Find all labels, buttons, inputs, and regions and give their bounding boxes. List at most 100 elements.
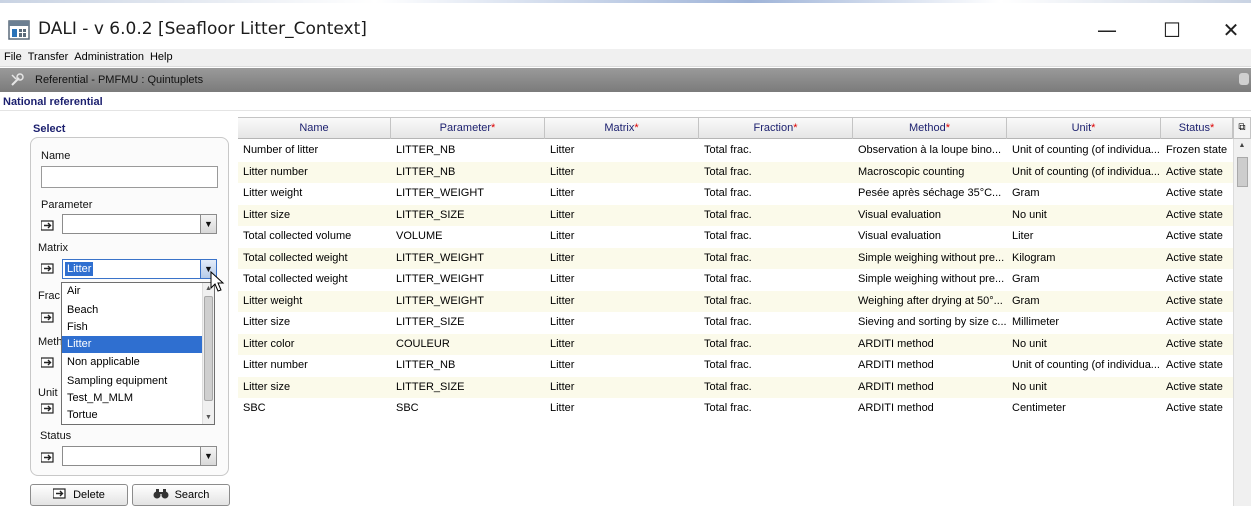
matrix-cell[interactable]: Litter: [545, 183, 699, 204]
matrix-option[interactable]: Sampling equipment: [62, 373, 204, 390]
unit-cell[interactable]: Gram: [1007, 291, 1161, 312]
matrix-cell[interactable]: Litter: [545, 162, 699, 183]
method-cell[interactable]: ARDITI method: [853, 377, 1007, 398]
fraction-cell[interactable]: Total frac.: [699, 398, 853, 419]
filter-arrow-icon[interactable]: [41, 403, 55, 414]
status-cell[interactable]: Active state: [1161, 355, 1233, 376]
menu-help[interactable]: Help: [146, 49, 175, 63]
matrix-option[interactable]: Non applicable: [62, 354, 204, 371]
search-button[interactable]: Search: [132, 484, 230, 506]
status-cell[interactable]: Frozen state: [1161, 140, 1233, 161]
method-cell[interactable]: ARDITI method: [853, 355, 1007, 376]
parameter-cell[interactable]: SBC: [391, 398, 545, 419]
fraction-cell[interactable]: Total frac.: [699, 334, 853, 355]
matrix-option[interactable]: Test_M_MLM: [62, 390, 204, 407]
filter-arrow-icon[interactable]: [41, 263, 55, 274]
method-cell[interactable]: Simple weighing without pre...: [853, 248, 1007, 269]
unit-cell[interactable]: Unit of counting (of individua...: [1007, 355, 1161, 376]
method-cell[interactable]: ARDITI method: [853, 334, 1007, 355]
unit-cell[interactable]: Centimeter: [1007, 398, 1161, 419]
parameter-cell[interactable]: LITTER_NB: [391, 162, 545, 183]
status-cell[interactable]: Active state: [1161, 312, 1233, 333]
matrix-combo[interactable]: Litter ▼: [62, 259, 217, 279]
scroll-down-icon[interactable]: ▼: [203, 412, 214, 424]
unit-cell[interactable]: Millimeter: [1007, 312, 1161, 333]
help-icon[interactable]: [1239, 73, 1249, 85]
matrix-cell[interactable]: Litter: [545, 248, 699, 269]
matrix-option[interactable]: Fish: [62, 319, 204, 336]
status-cell[interactable]: Active state: [1161, 226, 1233, 247]
scrollbar-thumb[interactable]: [204, 296, 213, 401]
name-cell[interactable]: Litter number: [238, 162, 391, 183]
matrix-cell[interactable]: Litter: [545, 291, 699, 312]
table-row[interactable]: Total collected weight LITTER_WEIGHT Litte…: [238, 269, 1233, 290]
filter-arrow-icon[interactable]: [41, 312, 55, 323]
matrix-cell[interactable]: Litter: [545, 205, 699, 226]
filter-arrow-icon[interactable]: [41, 452, 55, 463]
name-cell[interactable]: Litter weight: [238, 183, 391, 204]
table-vertical-scrollbar[interactable]: ▲: [1233, 139, 1251, 506]
matrix-cell[interactable]: Litter: [545, 334, 699, 355]
fraction-cell[interactable]: Total frac.: [699, 355, 853, 376]
unit-cell[interactable]: No unit: [1007, 334, 1161, 355]
parameter-cell[interactable]: VOLUME: [391, 226, 545, 247]
parameter-cell[interactable]: LITTER_SIZE: [391, 205, 545, 226]
table-row[interactable]: Total collected weight LITTER_WEIGHT Litte…: [238, 247, 1233, 269]
filter-arrow-icon[interactable]: [41, 357, 55, 368]
chevron-down-icon[interactable]: ▼: [200, 447, 216, 465]
table-row[interactable]: Litter weight LITTER_WEIGHT Litter Total fr…: [238, 183, 1233, 204]
delete-button[interactable]: Delete: [30, 484, 128, 506]
parameter-cell[interactable]: LITTER_WEIGHT: [391, 248, 545, 269]
name-cell[interactable]: Litter size: [238, 377, 391, 398]
name-cell[interactable]: Total collected weight: [238, 269, 391, 290]
table-row[interactable]: Litter size LITTER_SIZE Litter Total frac. S…: [238, 312, 1233, 333]
menu-file[interactable]: File: [0, 49, 24, 63]
method-cell[interactable]: Macroscopic counting: [853, 162, 1007, 183]
name-cell[interactable]: Number of litter: [238, 140, 391, 161]
parameter-cell[interactable]: COULEUR: [391, 334, 545, 355]
matrix-cell[interactable]: Litter: [545, 355, 699, 376]
unit-cell[interactable]: Liter: [1007, 226, 1161, 247]
matrix-cell[interactable]: Litter: [545, 269, 699, 290]
method-cell[interactable]: Simple weighing without pre...: [853, 269, 1007, 290]
table-row[interactable]: Litter size LITTER_SIZE Litter Total frac. V…: [238, 204, 1233, 226]
fraction-cell[interactable]: Total frac.: [699, 183, 853, 204]
parameter-cell[interactable]: LITTER_SIZE: [391, 312, 545, 333]
header-col-method[interactable]: Method*: [853, 118, 1007, 139]
matrix-option[interactable]: Tortue: [62, 407, 204, 424]
parameter-cell[interactable]: LITTER_NB: [391, 355, 545, 376]
header-col-unit[interactable]: Unit*: [1007, 118, 1161, 139]
fraction-cell[interactable]: Total frac.: [699, 269, 853, 290]
unit-cell[interactable]: Gram: [1007, 269, 1161, 290]
status-cell[interactable]: Active state: [1161, 269, 1233, 290]
matrix-dropdown-list[interactable]: Air Beach Fish Litter Non applicable Sam…: [61, 282, 215, 425]
status-cell[interactable]: Active state: [1161, 398, 1233, 419]
parameter-cell[interactable]: LITTER_WEIGHT: [391, 183, 545, 204]
name-input[interactable]: [41, 166, 218, 188]
minimize-button[interactable]: —: [1087, 16, 1127, 44]
status-cell[interactable]: Active state: [1161, 291, 1233, 312]
close-button[interactable]: ✕: [1211, 16, 1251, 44]
method-cell[interactable]: Visual evaluation: [853, 205, 1007, 226]
matrix-cell[interactable]: Litter: [545, 140, 699, 161]
header-col-parameter[interactable]: Parameter*: [391, 118, 545, 139]
unit-cell[interactable]: Gram: [1007, 183, 1161, 204]
fraction-cell[interactable]: Total frac.: [699, 248, 853, 269]
unit-cell[interactable]: Unit of counting (of individua...: [1007, 140, 1161, 161]
scrollbar-thumb[interactable]: [1237, 157, 1248, 187]
unit-cell[interactable]: Kilogram: [1007, 248, 1161, 269]
unit-cell[interactable]: No unit: [1007, 377, 1161, 398]
parameter-cell[interactable]: LITTER_SIZE: [391, 377, 545, 398]
name-cell[interactable]: SBC: [238, 398, 391, 419]
dropdown-scrollbar[interactable]: ▲ ▼: [202, 283, 214, 424]
table-row[interactable]: Litter number LITTER_NB Litter Total frac. M…: [238, 161, 1233, 183]
fraction-cell[interactable]: Total frac.: [699, 140, 853, 161]
table-row[interactable]: Litter number LITTER_NB Litter Total frac. A…: [238, 355, 1233, 376]
method-cell[interactable]: Weighing after drying at 50°...: [853, 291, 1007, 312]
status-cell[interactable]: Active state: [1161, 248, 1233, 269]
status-cell[interactable]: Active state: [1161, 334, 1233, 355]
fraction-cell[interactable]: Total frac.: [699, 205, 853, 226]
status-combo[interactable]: ▼: [62, 446, 217, 466]
table-row[interactable]: Total collected volume VOLUME Litter Total …: [238, 226, 1233, 247]
method-cell[interactable]: Observation à la loupe bino...: [853, 140, 1007, 161]
